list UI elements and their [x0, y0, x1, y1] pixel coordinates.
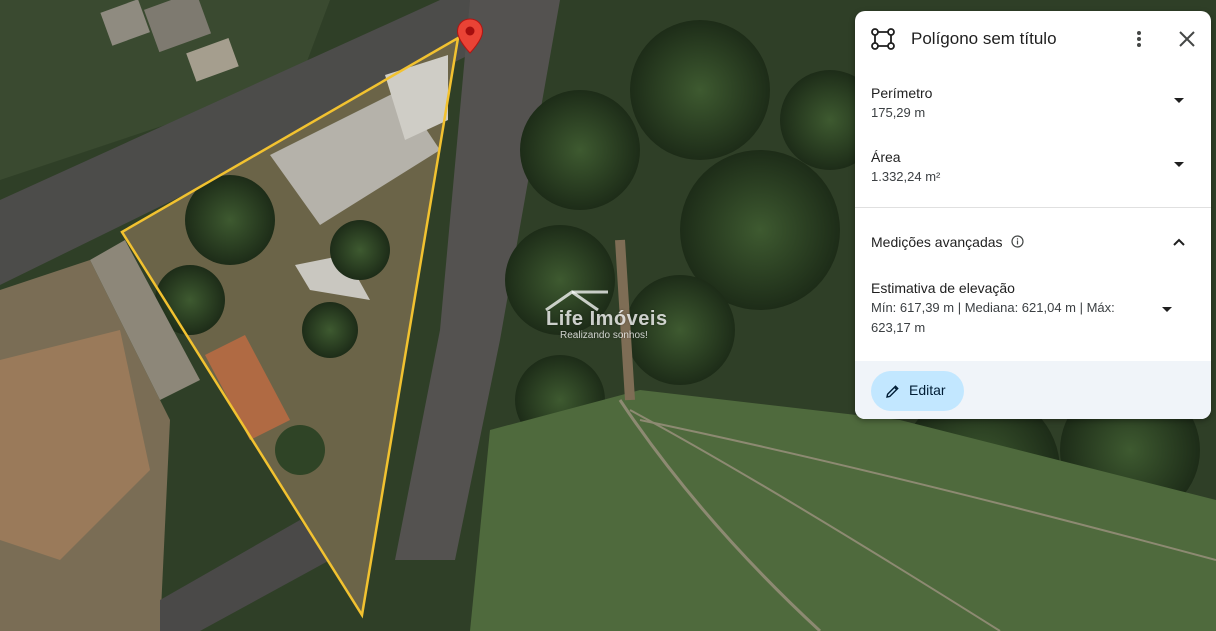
watermark-brand: Life Imóveis	[546, 308, 668, 330]
panel-header: Polígono sem título	[855, 11, 1211, 67]
perimeter-label: Perímetro	[871, 85, 933, 101]
map-pin-icon[interactable]	[456, 18, 484, 54]
edit-button[interactable]: Editar	[871, 371, 964, 411]
chevron-down-icon	[1174, 98, 1184, 103]
close-icon[interactable]	[1175, 27, 1199, 51]
elevation-value-line1: Mín: 617,39 m | Mediana: 621,04 m | Máx:	[871, 300, 1115, 315]
area-label: Área	[871, 149, 901, 165]
chevron-down-icon[interactable]	[1161, 306, 1173, 314]
pencil-icon	[886, 385, 899, 398]
perimeter-row[interactable]: Perímetro 175,29 m	[871, 83, 1195, 127]
edit-button-label: Editar	[909, 382, 946, 398]
perimeter-value: 175,29 m	[871, 105, 926, 120]
advanced-measurements-toggle[interactable]: Medições avançadas	[871, 231, 1195, 255]
elevation-label: Estimativa de elevação	[871, 280, 1015, 296]
info-icon[interactable]	[1011, 235, 1024, 248]
elevation-row[interactable]: Estimativa de elevação Mín: 617,39 m | M…	[871, 278, 1171, 338]
watermark-tagline: Realizando sonhos!	[560, 330, 648, 341]
measurement-panel: Polígono sem título Perímetro 175,29 m Á…	[855, 11, 1211, 419]
advanced-measurements-label: Medições avançadas	[871, 234, 1003, 250]
panel-title: Polígono sem título	[911, 29, 1057, 48]
chevron-down-icon	[1174, 162, 1184, 167]
divider	[855, 207, 1211, 208]
more-vert-icon[interactable]	[1127, 27, 1151, 51]
watermark: Life Imóveis Realizando sonhos!	[528, 288, 690, 346]
polygon-icon	[871, 28, 895, 50]
panel-footer: Editar	[855, 361, 1211, 419]
area-row[interactable]: Área 1.332,24 m²	[871, 147, 1195, 191]
chevron-up-icon	[1173, 238, 1185, 246]
area-value: 1.332,24 m²	[871, 169, 941, 184]
elevation-value-line2: 623,17 m	[871, 320, 926, 335]
